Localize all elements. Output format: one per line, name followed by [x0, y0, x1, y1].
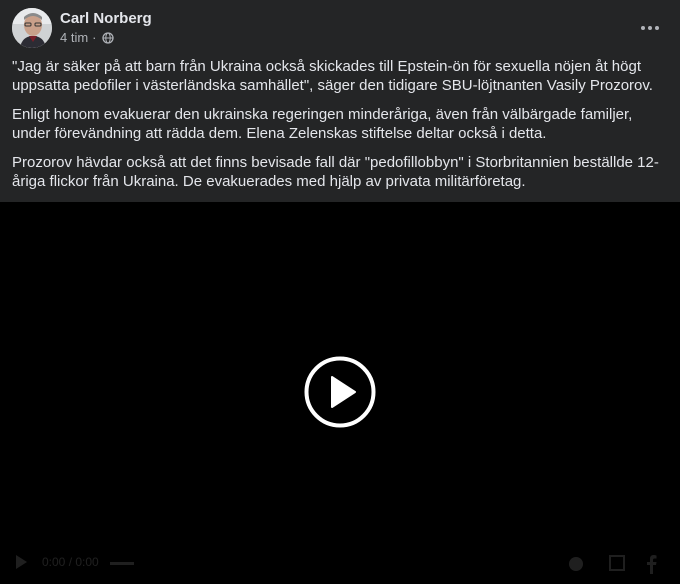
post-paragraph-1: "Jag är säker på att barn från Ukraina o… — [12, 58, 653, 94]
post-card: Carl Norberg 4 tim · "Jag är säker på at… — [0, 0, 680, 584]
avatar-image — [12, 8, 52, 48]
facebook-icon[interactable] — [644, 554, 658, 574]
globe-icon[interactable] — [101, 32, 114, 44]
video-controls: 0:00 / 0:00 — [0, 546, 680, 580]
post-timestamp[interactable]: 4 tim — [60, 30, 88, 46]
more-options-button[interactable] — [632, 10, 668, 46]
video-time: 0:00 / 0:00 — [42, 555, 99, 569]
more-options-icon — [641, 26, 659, 30]
post-paragraph-3: Prozorov hävdar också att det finns bevi… — [12, 154, 659, 190]
play-small-icon[interactable] — [14, 554, 28, 570]
play-icon — [304, 356, 376, 428]
author-avatar[interactable] — [12, 8, 52, 48]
fullscreen-icon[interactable] — [608, 554, 626, 572]
post-text: "Jag är säker på att barn från Ukraina o… — [12, 57, 668, 201]
post-paragraph-2: Enligt honom evakuerar den ukrainska reg… — [12, 106, 633, 142]
meta-separator: · — [92, 30, 97, 45]
play-button[interactable] — [303, 355, 377, 429]
post-header: Carl Norberg 4 tim · — [12, 8, 668, 48]
settings-icon[interactable] — [566, 554, 586, 574]
author-name[interactable]: Carl Norberg — [60, 10, 152, 28]
post-meta: 4 tim · — [60, 30, 114, 46]
volume-bar[interactable] — [110, 562, 134, 565]
